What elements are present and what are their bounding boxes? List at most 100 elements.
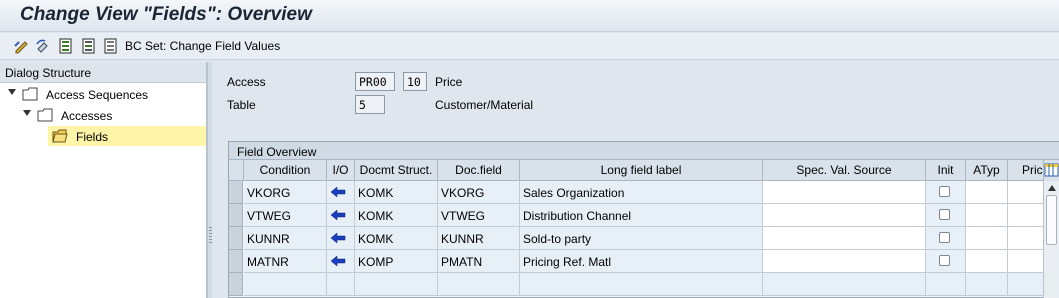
- row-selector[interactable]: [229, 204, 243, 227]
- arrow-left-icon: [330, 209, 346, 221]
- tree-item-label: Access Sequences: [46, 88, 149, 102]
- tree-item-fields[interactable]: Fields: [48, 126, 206, 146]
- arrow-left-icon: [330, 255, 346, 267]
- col-init[interactable]: Init: [926, 160, 966, 181]
- empty-cell[interactable]: [355, 273, 438, 296]
- tree-item-label: Accesses: [61, 109, 113, 123]
- table-text: Customer/Material: [435, 98, 534, 112]
- deselect-all-icon[interactable]: [103, 38, 119, 54]
- col-pric[interactable]: Pric: [1008, 160, 1044, 181]
- access-label: Access: [227, 75, 266, 89]
- access-text: Price: [435, 75, 463, 89]
- cell-long-field-label: Pricing Ref. Matl: [520, 250, 763, 273]
- scroll-thumb[interactable]: [1046, 195, 1057, 245]
- cell-atyp[interactable]: [966, 181, 1008, 204]
- cell-spec-val-source[interactable]: [763, 181, 926, 204]
- init-checkbox[interactable]: [939, 186, 950, 197]
- cell-long-field-label: Sales Organization: [520, 181, 763, 204]
- arrow-left-icon: [330, 186, 346, 198]
- cell-docmt-struct[interactable]: KOMK: [355, 227, 438, 250]
- dialog-structure-pane: Dialog Structure Access Sequences Access…: [0, 62, 207, 298]
- col-io[interactable]: I/O: [327, 160, 355, 181]
- folder-icon: [37, 108, 53, 122]
- access-field[interactable]: PR00: [355, 72, 395, 91]
- empty-cell[interactable]: [966, 273, 1008, 296]
- cell-io[interactable]: [327, 204, 355, 227]
- cell-doc-field[interactable]: PMATN: [438, 250, 520, 273]
- col-spec-val-source[interactable]: Spec. Val. Source: [763, 160, 926, 181]
- cell-init: [926, 204, 966, 227]
- empty-cell[interactable]: [763, 273, 926, 296]
- cell-condition[interactable]: VTWEG: [244, 204, 327, 227]
- cell-long-field-label: Distribution Channel: [520, 204, 763, 227]
- empty-cell[interactable]: [1008, 273, 1044, 296]
- cell-spec-val-source[interactable]: [763, 227, 926, 250]
- splitter-grip-icon[interactable]: [209, 227, 212, 245]
- page-title: Change View "Fields": Overview: [20, 4, 312, 25]
- row-selector[interactable]: [229, 250, 243, 273]
- init-checkbox[interactable]: [939, 209, 950, 220]
- row-selector[interactable]: [229, 227, 243, 250]
- change-display-icon[interactable]: [14, 38, 30, 54]
- field-overview-table: Field Overview Condition I/O Docmt Struc…: [228, 141, 1059, 298]
- tree-item-accesses[interactable]: Accesses: [0, 105, 206, 125]
- table-title: Field Overview: [229, 142, 1059, 160]
- folder-icon: [22, 87, 38, 101]
- cell-doc-field[interactable]: VTWEG: [438, 204, 520, 227]
- column-settings-icon[interactable]: [1043, 160, 1059, 181]
- cell-pric[interactable]: [1008, 227, 1044, 250]
- select-all-rows-header[interactable]: [229, 160, 244, 181]
- cell-docmt-struct[interactable]: KOMK: [355, 204, 438, 227]
- cell-docmt-struct[interactable]: KOMK: [355, 181, 438, 204]
- other-entry-icon[interactable]: [35, 38, 51, 54]
- init-checkbox[interactable]: [939, 255, 950, 266]
- access-number-field[interactable]: 10: [403, 72, 427, 91]
- cell-spec-val-source[interactable]: [763, 250, 926, 273]
- cell-condition[interactable]: KUNNR: [244, 227, 327, 250]
- cell-pric[interactable]: [1008, 204, 1044, 227]
- col-condition[interactable]: Condition: [244, 160, 327, 181]
- cell-atyp[interactable]: [966, 250, 1008, 273]
- bc-set-change-field-values-button[interactable]: BC Set: Change Field Values: [125, 39, 280, 53]
- cell-io[interactable]: [327, 227, 355, 250]
- empty-cell: [520, 273, 763, 296]
- expand-arrow-icon[interactable]: [23, 110, 31, 116]
- cell-pric[interactable]: [1008, 250, 1044, 273]
- tree-item-label: Fields: [76, 130, 109, 144]
- empty-cell[interactable]: [438, 273, 520, 296]
- select-all-icon[interactable]: [58, 38, 74, 54]
- cell-spec-val-source[interactable]: [763, 204, 926, 227]
- cell-init: [926, 250, 966, 273]
- row-selector[interactable]: [229, 273, 243, 296]
- cell-atyp[interactable]: [966, 227, 1008, 250]
- empty-cell[interactable]: [244, 273, 327, 296]
- col-atyp[interactable]: ATyp: [966, 160, 1008, 181]
- expand-arrow-icon[interactable]: [8, 89, 16, 95]
- cell-condition[interactable]: VKORG: [244, 181, 327, 204]
- cell-init: [926, 181, 966, 204]
- empty-cell[interactable]: [327, 273, 355, 296]
- cell-io[interactable]: [327, 181, 355, 204]
- cell-condition[interactable]: MATNR: [244, 250, 327, 273]
- cell-docmt-struct[interactable]: KOMP: [355, 250, 438, 273]
- row-selector[interactable]: [229, 181, 243, 204]
- init-checkbox[interactable]: [939, 232, 950, 243]
- cell-pric[interactable]: [1008, 181, 1044, 204]
- cell-doc-field[interactable]: VKORG: [438, 181, 520, 204]
- vertical-scrollbar[interactable]: [1043, 181, 1059, 298]
- dialog-structure-header: Dialog Structure: [0, 62, 206, 83]
- cell-io[interactable]: [327, 250, 355, 273]
- col-long-field-label[interactable]: Long field label: [520, 160, 763, 181]
- scroll-up-icon[interactable]: [1048, 185, 1056, 191]
- pane-splitter[interactable]: [207, 62, 212, 298]
- open-folder-icon: [52, 129, 68, 143]
- tree-item-access-sequences[interactable]: Access Sequences: [0, 84, 206, 104]
- application-toolbar: BC Set: Change Field Values: [0, 33, 1059, 60]
- empty-cell: [926, 273, 966, 296]
- col-docmt-struct[interactable]: Docmt Struct.: [355, 160, 438, 181]
- cell-doc-field[interactable]: KUNNR: [438, 227, 520, 250]
- select-block-icon[interactable]: [81, 38, 97, 54]
- col-doc-field[interactable]: Doc.field: [438, 160, 520, 181]
- table-field[interactable]: 5: [355, 95, 385, 114]
- cell-atyp[interactable]: [966, 204, 1008, 227]
